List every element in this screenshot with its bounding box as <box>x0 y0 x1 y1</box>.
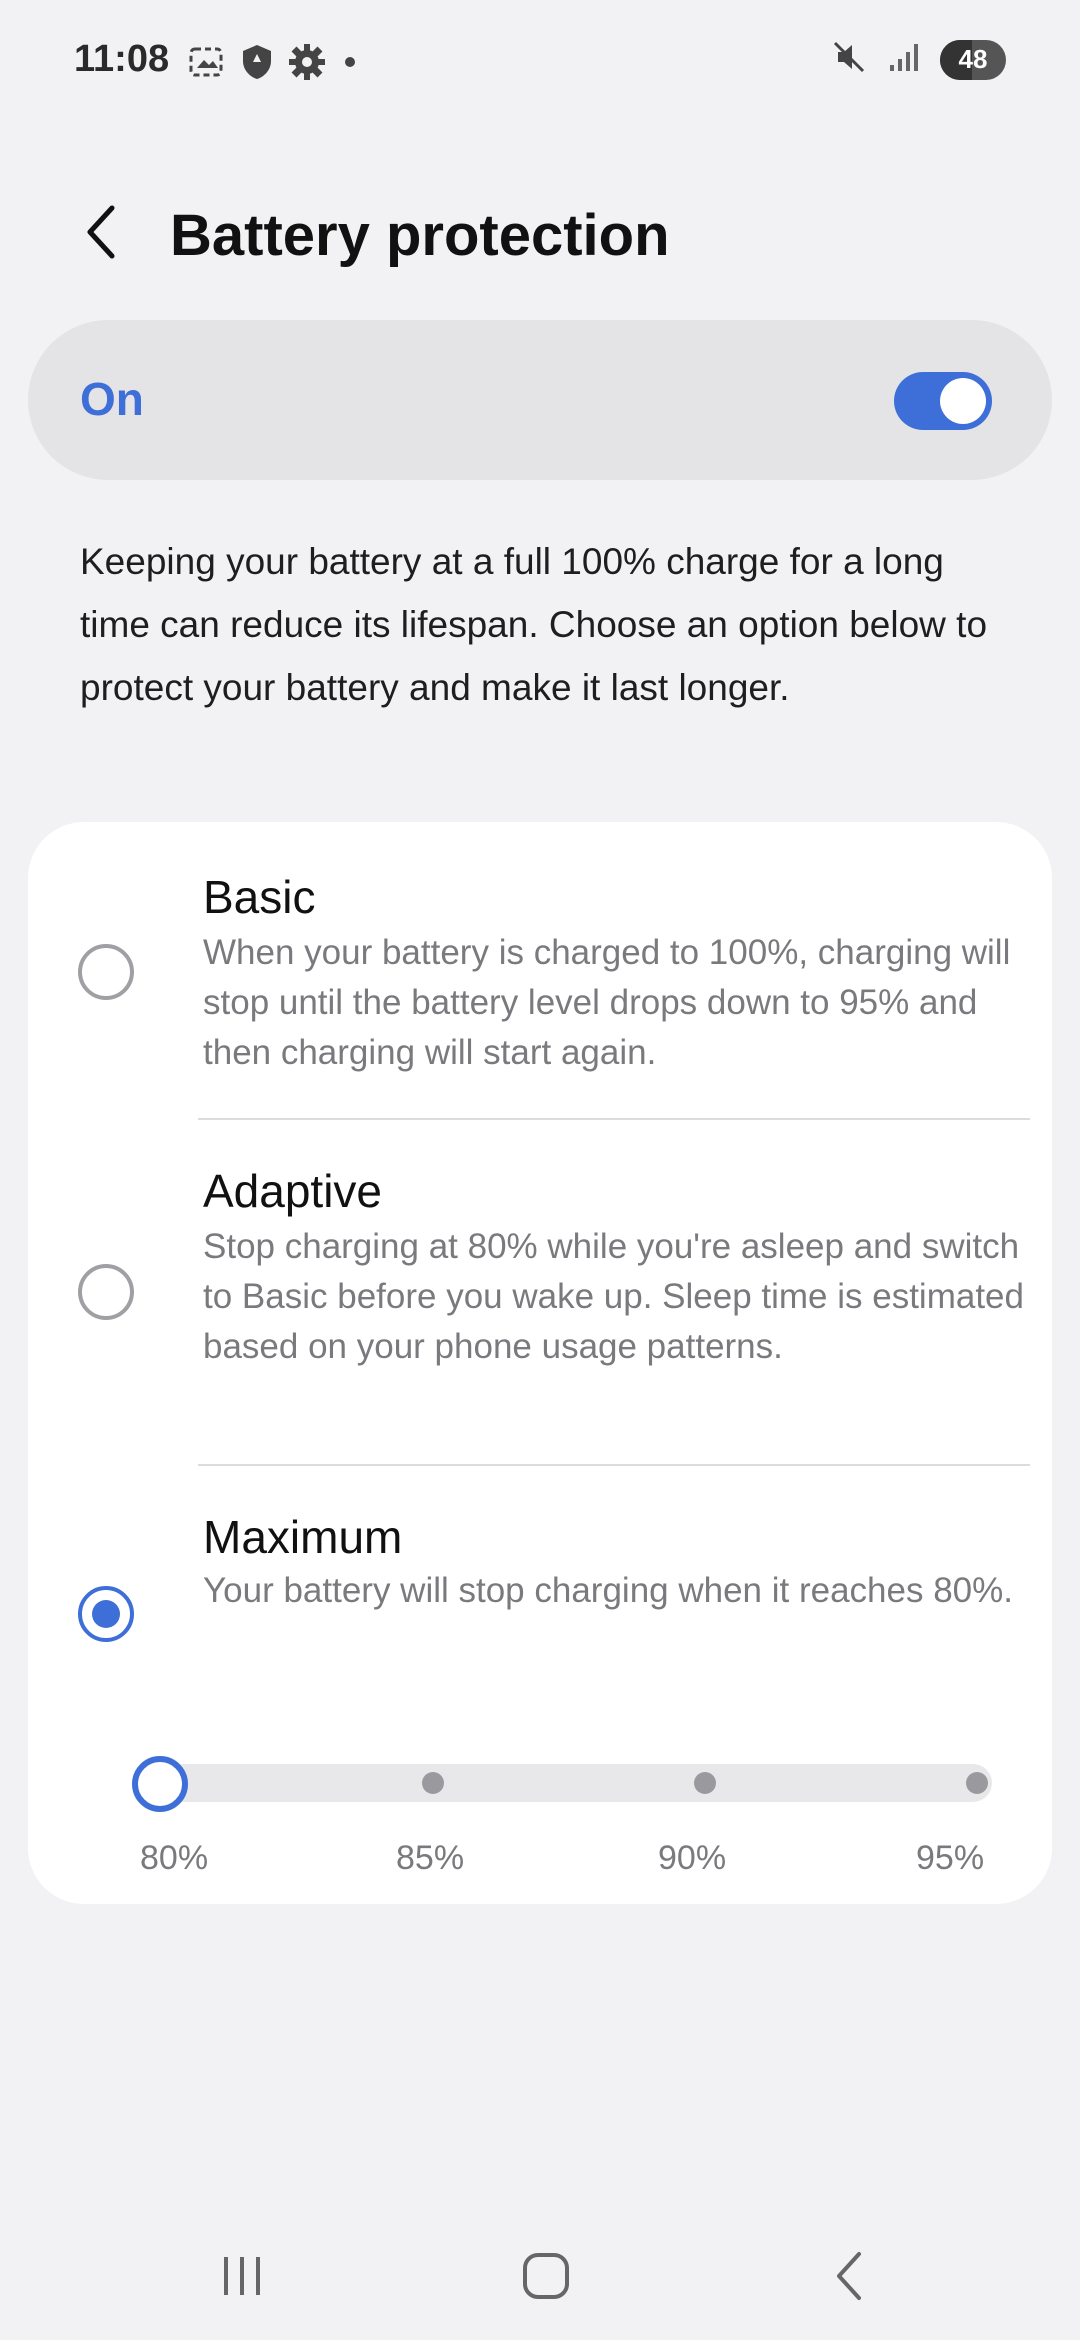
master-switch-row[interactable]: On <box>28 320 1052 480</box>
recents-button[interactable] <box>192 2236 292 2316</box>
slider-track[interactable] <box>132 1764 992 1802</box>
dot-icon <box>340 52 360 77</box>
signal-icon <box>886 39 922 80</box>
home-icon <box>523 2253 569 2299</box>
slider-label-80: 80% <box>140 1839 209 1877</box>
recents-icon <box>224 2257 260 2295</box>
slider-label-90: 90% <box>658 1839 727 1877</box>
shield-icon <box>240 42 274 87</box>
option-basic[interactable]: Basic When your battery is charged to 10… <box>28 822 1052 1122</box>
slider-step-dot <box>422 1772 444 1794</box>
option-adaptive[interactable]: Adaptive Stop charging at 80% while you'… <box>28 1120 1052 1468</box>
mute-icon <box>830 38 868 81</box>
option-maximum[interactable]: Maximum Your battery will stop charging … <box>28 1466 1052 1726</box>
options-card: Basic When your battery is charged to 10… <box>28 822 1052 1904</box>
back-button[interactable] <box>72 202 132 262</box>
status-icons-left <box>186 42 360 87</box>
status-bar: 11:08 48 <box>0 0 1080 128</box>
gear-icon <box>288 43 326 86</box>
master-switch-label: On <box>80 373 144 425</box>
status-time: 11:08 <box>74 38 170 80</box>
option-title: Adaptive <box>203 1165 383 1217</box>
battery-icon: 48 <box>940 39 1006 80</box>
toggle-knob <box>940 378 986 424</box>
master-toggle[interactable] <box>894 372 992 430</box>
screenshot-icon <box>186 42 226 87</box>
navigation-bar <box>0 2220 1080 2340</box>
option-description: When your battery is charged to 100%, ch… <box>203 933 1011 1072</box>
slider-label-85: 85% <box>396 1839 465 1877</box>
radio-adaptive[interactable] <box>78 1264 134 1320</box>
slider-thumb[interactable] <box>132 1756 188 1812</box>
radio-basic[interactable] <box>78 944 134 1000</box>
nav-back-button[interactable] <box>800 2236 900 2316</box>
slider-step-dot <box>966 1772 988 1794</box>
radio-maximum[interactable] <box>78 1586 134 1642</box>
description-text: Keeping your battery at a full 100% char… <box>80 541 988 708</box>
slider-step-dot <box>694 1772 716 1794</box>
charge-limit-slider[interactable]: 80% 85% 90% 95% <box>104 1744 998 1884</box>
status-icons-right: 48 <box>830 38 1006 81</box>
home-button[interactable] <box>496 2236 596 2316</box>
slider-label-95: 95% <box>916 1839 985 1877</box>
option-description: Your battery will stop charging when it … <box>203 1571 1013 1610</box>
back-icon <box>837 2252 861 2300</box>
page-title: Battery protection <box>170 203 670 268</box>
header: Battery protection <box>0 180 1080 290</box>
option-description: Stop charging at 80% while you're asleep… <box>203 1227 1024 1366</box>
option-title: Basic <box>203 871 316 923</box>
option-title: Maximum <box>203 1511 403 1563</box>
battery-level: 48 <box>958 44 988 74</box>
chevron-left-icon <box>87 205 115 259</box>
